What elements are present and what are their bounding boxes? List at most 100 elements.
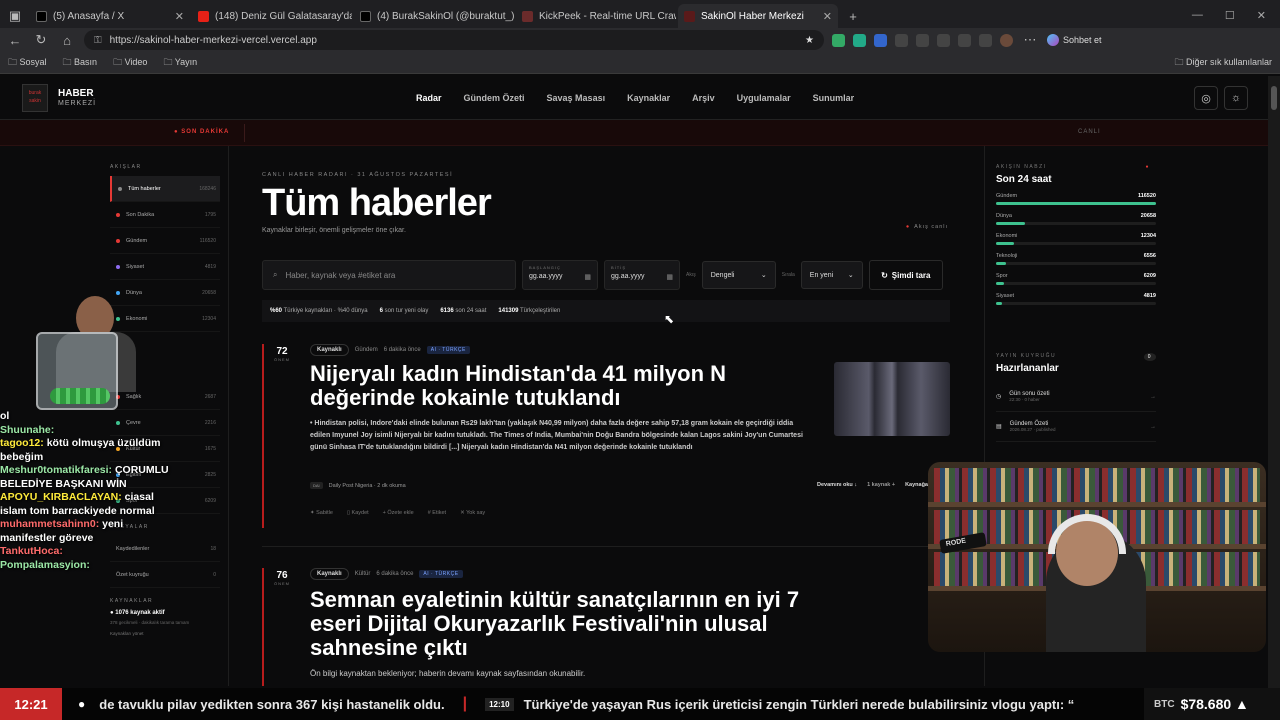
source-pill[interactable]: Kaynaklı bbox=[310, 568, 349, 580]
sources-link[interactable]: Kaynakları yönet bbox=[110, 631, 220, 636]
theme-toggle-icon[interactable]: ☼ bbox=[1224, 86, 1248, 110]
nav-uygulamalar[interactable]: Uygulamalar bbox=[737, 93, 791, 103]
nav-sunumlar[interactable]: Sunumlar bbox=[813, 93, 855, 103]
search-input[interactable]: ⌕ Haber, kaynak veya #etiket ara bbox=[262, 260, 516, 290]
bookmark-sosyal[interactable]: 🗀 Sosyal bbox=[8, 55, 47, 71]
sidebar-item-gundem[interactable]: Gündem 116520 bbox=[110, 228, 220, 254]
extension-icon[interactable] bbox=[895, 33, 908, 47]
sidebar-item-siyaset[interactable]: Siyaset 4819 bbox=[110, 254, 220, 280]
start-date-field[interactable]: BAŞLANGIÇ gg.aa.yyyy ▦ bbox=[522, 260, 598, 290]
extension-icon[interactable] bbox=[937, 33, 950, 47]
more-icon[interactable]: ⋯ bbox=[1021, 32, 1039, 48]
scrollbar-thumb[interactable] bbox=[1271, 86, 1277, 110]
nav-savas-masasi[interactable]: Savaş Masası bbox=[547, 93, 606, 103]
article-time: 6 dakika önce bbox=[376, 571, 414, 577]
extension-icon[interactable] bbox=[958, 33, 971, 47]
tag-button[interactable]: # Etiket bbox=[428, 510, 446, 516]
chevron-down-icon: ⌄ bbox=[847, 272, 854, 279]
settings-icon[interactable]: ◎ bbox=[1194, 86, 1218, 110]
queue-item[interactable]: ▤ Gündem Özeti 2026.08.27 · published → bbox=[996, 412, 1156, 442]
article-card[interactable]: 76 ÖNEM Kaynaklı Kültür 6 dakika önce AI … bbox=[262, 568, 950, 686]
news-ticker: 12:21 ● de tavuklu pilav yedikten sonra … bbox=[0, 688, 1280, 720]
calendar-icon[interactable]: ▦ bbox=[666, 273, 673, 281]
avatar[interactable] bbox=[1000, 33, 1013, 47]
source-count-link[interactable]: 1 kaynak + bbox=[867, 482, 895, 488]
tab-3[interactable]: KickPeek - Real-time URL Crawler✕ bbox=[516, 4, 676, 28]
sidebar-item-son-dakika[interactable]: Son Dakika 1795 bbox=[110, 202, 220, 228]
sources-heading: KAYNAKLAR bbox=[110, 598, 154, 604]
pulse-bar-fill bbox=[996, 262, 1006, 265]
stat-value: 6 bbox=[379, 308, 383, 314]
nav-kaynaklar[interactable]: Kaynaklar bbox=[627, 93, 670, 103]
pulse-label: Dünya bbox=[996, 213, 1012, 219]
shelf bbox=[928, 502, 1266, 507]
btc-label: BTC bbox=[1154, 698, 1175, 710]
pin-button[interactable]: ✦ Sabitle bbox=[310, 510, 333, 516]
source-link[interactable]: Kaynağa bbox=[905, 482, 928, 488]
copilot-button[interactable]: Sohbet et bbox=[1047, 34, 1102, 46]
start-date-label: BAŞLANGIÇ bbox=[529, 265, 561, 270]
feed-dot bbox=[116, 264, 120, 269]
save-button[interactable]: ▯ Kaydet bbox=[347, 510, 369, 516]
reload-icon[interactable]: ↻ bbox=[32, 32, 50, 48]
url-field[interactable]: ⚿ https://sakinol-haber-merkezi-vercel.ve… bbox=[84, 30, 824, 50]
extension-icon[interactable] bbox=[979, 33, 992, 47]
tab-label: (4) BurakSakinOl (@buraktut_) / X bbox=[377, 10, 514, 22]
score-label: ÖNEM bbox=[274, 581, 290, 586]
article-summary: • Hindistan polisi, Indore'daki elinde b… bbox=[310, 420, 803, 451]
tab-0[interactable]: (5) Anasayfa / X ✕ bbox=[30, 4, 190, 28]
article-headline[interactable]: Semnan eyaletinin kültür sanatçılarının … bbox=[310, 588, 799, 660]
extension-icon[interactable] bbox=[874, 33, 887, 47]
chat-message: Shuunahe: bbox=[0, 424, 175, 438]
tab-1[interactable]: (148) Deniz Gül Galatasaray'da?..✕ bbox=[192, 4, 352, 28]
sidebar-item-tum-haberler[interactable]: Tüm haberler 168246 bbox=[110, 176, 220, 202]
new-tab-icon[interactable]: + bbox=[844, 9, 862, 24]
bookmark-yayin[interactable]: 🗀 Yayın bbox=[163, 55, 197, 71]
nav-gundem-ozeti[interactable]: Gündem Özeti bbox=[464, 93, 525, 103]
stat-item: 6 son tur yeni olay bbox=[380, 308, 429, 314]
window-menu-icon[interactable]: ▣ bbox=[6, 8, 24, 24]
maximize-icon[interactable]: ☐ bbox=[1225, 9, 1235, 22]
extension-icon[interactable] bbox=[853, 33, 866, 47]
favorite-icon[interactable]: ★ bbox=[805, 35, 814, 46]
extension-icon[interactable] bbox=[832, 33, 845, 47]
close-window-icon[interactable]: ✕ bbox=[1257, 9, 1266, 22]
close-icon[interactable]: ✕ bbox=[823, 10, 832, 23]
home-icon[interactable]: ⌂ bbox=[58, 33, 76, 48]
tab-4[interactable]: SakinOl Haber Merkezi ✕ bbox=[678, 4, 838, 28]
extension-icon[interactable] bbox=[916, 33, 929, 47]
calendar-icon[interactable]: ▦ bbox=[584, 273, 591, 281]
stat-label: son 24 saat bbox=[455, 308, 487, 314]
action-label: Etiket bbox=[432, 510, 447, 516]
source-pill[interactable]: Kaynaklı bbox=[310, 344, 349, 356]
scan-now-button[interactable]: ↻ Şimdi tara bbox=[868, 260, 943, 290]
mode-select[interactable]: Dengeli ⌄ bbox=[701, 261, 776, 289]
ignore-button[interactable]: ✕ Yok say bbox=[460, 510, 485, 516]
add-to-summary-button[interactable]: + Özete ekle bbox=[383, 510, 414, 516]
read-more-link[interactable]: Devamını oku ↓ bbox=[817, 482, 857, 488]
sort-select[interactable]: En yeni ⌄ bbox=[800, 261, 863, 289]
action-label: Sabitle bbox=[316, 510, 333, 516]
end-date-field[interactable]: BİTİŞ gg.aa.yyyy ▦ bbox=[604, 260, 680, 290]
bookmark-video[interactable]: 🗀 Video bbox=[113, 55, 147, 71]
article-headline[interactable]: Nijeryalı kadın Hindistan'da 41 milyon N… bbox=[310, 362, 726, 410]
queue-item[interactable]: ◷ Gün sonu özeti 22:30 · 0 haber → bbox=[996, 382, 1156, 412]
mic-brand: RODE bbox=[945, 537, 967, 548]
page-scrollbar[interactable] bbox=[1268, 76, 1280, 688]
close-icon[interactable]: ✕ bbox=[175, 10, 184, 23]
feed-label: Siyaset bbox=[126, 263, 145, 270]
nav-radar[interactable]: Radar bbox=[416, 93, 442, 122]
article-category[interactable]: Kültür bbox=[355, 571, 371, 577]
article-card[interactable]: 72 ÖNEM Kaynaklı Gündem 6 dakika önce AI … bbox=[262, 344, 950, 528]
bookmark-basin[interactable]: 🗀 Basın bbox=[63, 55, 98, 71]
site-logo[interactable]: burak sakin bbox=[22, 84, 48, 112]
nav-arsiv[interactable]: Arşiv bbox=[692, 93, 715, 103]
article-thumbnail[interactable] bbox=[834, 362, 950, 436]
tab-2[interactable]: (4) BurakSakinOl (@buraktut_) / X✕ bbox=[354, 4, 514, 28]
other-bookmarks[interactable]: 🗀 Diğer sık kullanılanlar bbox=[1174, 55, 1272, 71]
page-subtitle: Kaynaklar birleşir, önemli gelişmeler ön… bbox=[262, 227, 406, 234]
article-category[interactable]: Gündem bbox=[355, 347, 378, 353]
minimize-icon[interactable]: — bbox=[1192, 9, 1203, 22]
back-icon[interactable]: ← bbox=[6, 33, 24, 48]
pulse-heading-text: AKIŞIN NABZI bbox=[996, 164, 1047, 170]
